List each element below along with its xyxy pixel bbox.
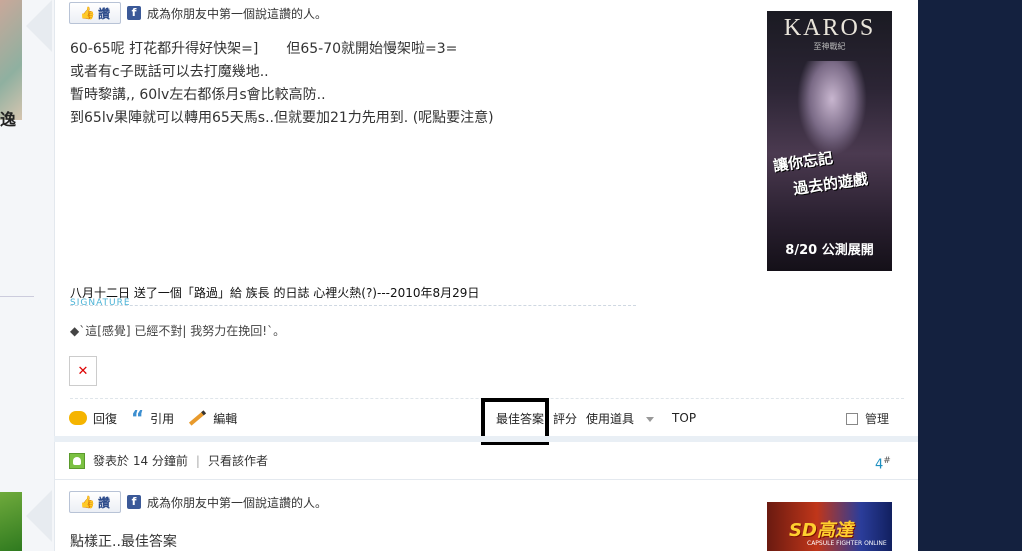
posted-time: 發表於 14 分鐘前 xyxy=(93,454,188,468)
post2-like-row: 👍 讚 f 成為你朋友中第一個說這讚的人。 xyxy=(69,490,327,514)
signature-divider xyxy=(70,305,636,306)
floor-number[interactable]: 4# xyxy=(875,456,891,472)
manage-checkbox[interactable] xyxy=(846,412,858,425)
rate-link[interactable]: 評分 xyxy=(553,410,577,427)
left-sidebar: 逸 xyxy=(0,0,55,551)
edit-label: 編輯 xyxy=(213,411,238,426)
like-label: 讚 xyxy=(97,6,110,21)
facebook-icon: f xyxy=(127,495,141,509)
post-arrow-1 xyxy=(26,0,52,52)
post1-like-row: 👍 讚 f 成為你朋友中第一個說這讚的人。 xyxy=(69,1,327,25)
thumbs-up-icon: 👍 xyxy=(80,6,95,20)
karos-logo: KAROS xyxy=(783,15,876,41)
meta-divider xyxy=(54,479,918,480)
post-line: 60-65呢 打花都升得好快架=] 但65-70就開始慢架啦=3= xyxy=(70,41,458,57)
thumbs-up-icon: 👍 xyxy=(80,495,95,509)
fb-like-text: 成為你朋友中第一個說這讚的人。 xyxy=(147,495,328,510)
user-icon xyxy=(69,452,85,469)
left-avatar-thumb xyxy=(0,0,22,120)
karos-subtitle: 至神戰紀 xyxy=(813,42,846,51)
dropdown-caret-icon xyxy=(646,416,655,422)
post2-meta: 發表於 14 分鐘前 | 只看該作者 xyxy=(69,452,268,469)
pencil-icon xyxy=(189,410,207,426)
reply-button[interactable]: 回復 xyxy=(69,410,117,427)
like-label: 讚 xyxy=(97,495,110,510)
reply-bubble-icon xyxy=(69,411,87,425)
left-divider xyxy=(0,296,34,297)
signature-text: ◆`這[感覺] 已經不對| 我努力在挽回!`。 xyxy=(70,324,286,338)
fb-like-text: 成為你朋友中第一個說這讚的人。 xyxy=(147,6,328,21)
post1-actions-left: 回復 “ 引用 編輯 xyxy=(69,408,251,428)
karos-tagline-2: 過去的遊戲 xyxy=(792,169,869,199)
author-only-link[interactable]: 只看該作者 xyxy=(208,452,268,469)
left-avatar-thumb-2 xyxy=(0,492,22,551)
right-page-background xyxy=(918,0,1022,551)
sd-logo-text: SD高達 xyxy=(789,520,853,541)
manage-label: 管理 xyxy=(865,412,890,426)
karos-tagline-1: 讓你忘記 xyxy=(772,148,835,176)
post-line: 暫時黎講,, 60lv左右都係月s會比較高防.. xyxy=(70,87,326,103)
post2-body: 點樣正..最佳答案 xyxy=(70,534,177,550)
post1-body: 60-65呢 打花都升得好快架=] 但65-70就開始慢架啦=3= 或者有c子既… xyxy=(70,38,750,130)
signature-title: 八月十二日 送了一個「路過」給 族長 的日誌 心裡火熱(?)---2010年8月… xyxy=(70,286,480,300)
post-line: 到65lv果陣就可以轉用65天馬s..但就要加21力先用到. (呢點要注意) xyxy=(70,110,494,126)
quote-icon: “ xyxy=(131,406,145,430)
use-item-label: 使用道具 xyxy=(586,411,635,426)
sd-subtitle: CAPSULE FIGHTER ONLINE xyxy=(807,540,887,547)
sd-gundam-ad-banner[interactable]: SD高達 CAPSULE FIGHTER ONLINE xyxy=(767,502,892,551)
manage-control[interactable]: 管理 xyxy=(846,410,889,427)
karos-character-art xyxy=(797,61,867,156)
post-line: 或者有c子既話可以去打魔幾地.. xyxy=(70,64,269,80)
post2-like-button[interactable]: 👍 讚 xyxy=(69,491,121,513)
left-partial-text: 逸 xyxy=(0,110,17,129)
facebook-icon: f xyxy=(127,6,141,20)
edit-button[interactable]: 編輯 xyxy=(188,410,237,427)
post1-like-button[interactable]: 👍 讚 xyxy=(69,2,121,24)
top-link[interactable]: TOP xyxy=(672,411,696,425)
signature-label: SIGNATURE xyxy=(70,298,131,308)
quote-label: 引用 xyxy=(150,411,175,426)
karos-footer: 8/20 公測展開 xyxy=(785,243,874,258)
post-arrow-2 xyxy=(26,490,52,542)
broken-image-icon: ✕ xyxy=(69,356,97,386)
quote-button[interactable]: “ 引用 xyxy=(131,406,175,430)
floor-mark: # xyxy=(883,456,891,466)
karos-ad-banner[interactable]: KAROS 至神戰紀 讓你忘記 過去的遊戲 8/20 公測展開 xyxy=(767,11,892,271)
post-separator xyxy=(54,436,918,442)
reply-label: 回復 xyxy=(93,411,118,426)
meta-separator: | xyxy=(195,453,200,468)
use-item-menu[interactable]: 使用道具 xyxy=(586,410,663,427)
